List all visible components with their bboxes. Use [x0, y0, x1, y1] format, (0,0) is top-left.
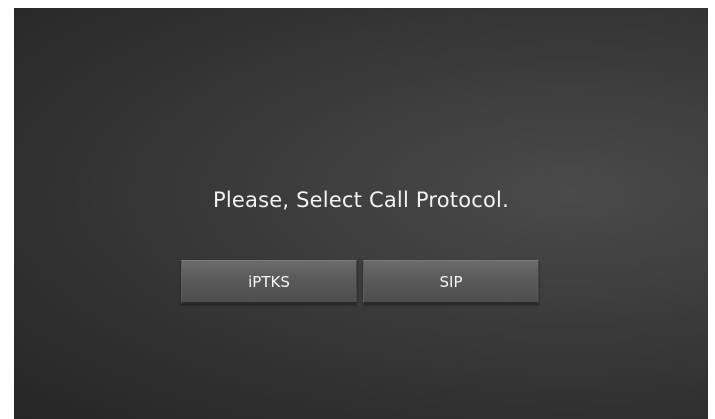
prompt-text: Please, Select Call Protocol. — [213, 188, 509, 212]
iptks-button[interactable]: iPTKS — [181, 260, 357, 304]
protocol-select-screen: Please, Select Call Protocol. iPTKS SIP — [14, 8, 708, 419]
iptks-button-label: iPTKS — [248, 272, 290, 291]
sip-button[interactable]: SIP — [363, 260, 539, 304]
sip-button-label: SIP — [439, 272, 463, 291]
